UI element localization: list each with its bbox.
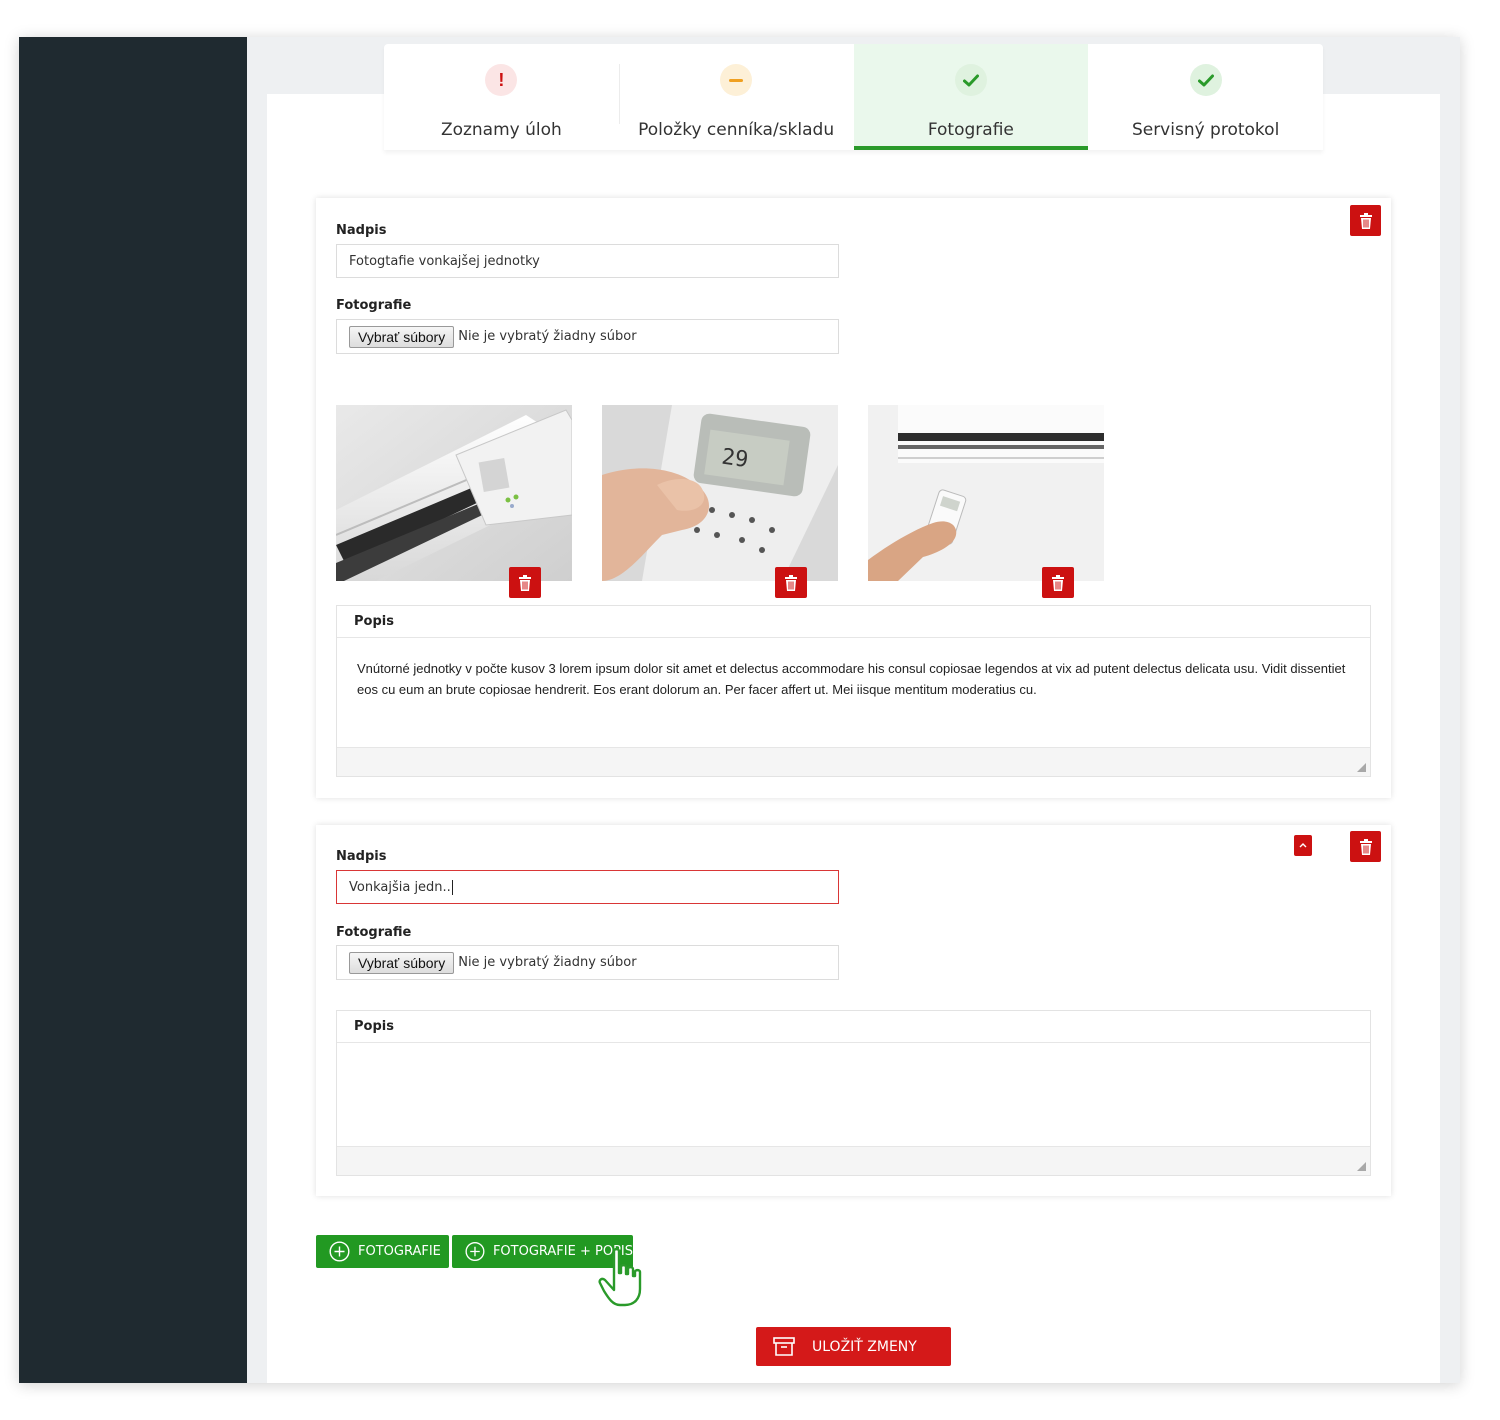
editor-statusbar bbox=[337, 1146, 1370, 1175]
file-status: Nie je vybratý žiadny súbor bbox=[458, 329, 637, 344]
step-tabs: ! Zoznamy úloh Položky cenníka/skladu Fo… bbox=[384, 44, 1323, 150]
trash-icon bbox=[1359, 838, 1372, 855]
sidebar bbox=[19, 37, 247, 1383]
trash-icon bbox=[1359, 212, 1372, 229]
file-picker: Vybrať súbory Nie je vybratý žiadny súbo… bbox=[336, 319, 839, 354]
title-input-value: Vonkajšia jedn.. bbox=[349, 880, 451, 895]
delete-photo-button[interactable] bbox=[509, 567, 541, 598]
plus-circle-icon bbox=[329, 1241, 350, 1262]
resize-handle-icon[interactable] bbox=[1357, 1162, 1366, 1171]
photo-thumbnail[interactable] bbox=[336, 405, 572, 581]
add-photo-label: FOTOGRAFIE bbox=[358, 1244, 441, 1259]
collapse-section-button[interactable] bbox=[1294, 835, 1312, 856]
minus-icon bbox=[720, 64, 753, 96]
title-label: Nadpis bbox=[336, 849, 387, 864]
tab-label: Zoznamy úloh bbox=[440, 120, 562, 140]
description-label: Popis bbox=[337, 606, 1370, 638]
add-photo-button[interactable]: FOTOGRAFIE bbox=[316, 1235, 449, 1268]
save-changes-button[interactable]: ULOŽIŤ ZMENY bbox=[756, 1327, 951, 1366]
choose-files-button[interactable]: Vybrať súbory bbox=[349, 325, 455, 348]
editor-statusbar bbox=[337, 747, 1370, 776]
title-input[interactable]: Fotogtafie vonkajšej jednotky bbox=[336, 244, 839, 278]
hand-pointer-icon bbox=[598, 1247, 642, 1307]
chevron-up-icon bbox=[1299, 843, 1307, 848]
tab-polozky-cennika[interactable]: Položky cenníka/skladu bbox=[618, 44, 854, 150]
tab-label: Fotografie bbox=[927, 120, 1014, 140]
save-changes-label: ULOŽIŤ ZMENY bbox=[812, 1338, 917, 1355]
title-input[interactable]: Vonkajšia jedn.. bbox=[336, 870, 839, 904]
delete-photo-button[interactable] bbox=[775, 567, 807, 598]
tab-label: Servisný protokol bbox=[1131, 120, 1280, 140]
check-icon bbox=[954, 64, 987, 96]
svg-text:29: 29 bbox=[720, 445, 750, 473]
photo-section-1: Nadpis Fotogtafie vonkajšej jednotky Fot… bbox=[316, 198, 1391, 798]
tab-fotografie[interactable]: Fotografie bbox=[853, 44, 1089, 150]
delete-section-button[interactable] bbox=[1350, 831, 1381, 862]
check-icon bbox=[1189, 64, 1222, 96]
description-textarea[interactable]: Vnútorné jednotky v počte kusov 3 lorem … bbox=[337, 638, 1370, 720]
choose-files-button[interactable]: Vybrať súbory bbox=[349, 951, 455, 974]
photo-thumbnail[interactable] bbox=[868, 405, 1104, 581]
archive-box-icon bbox=[773, 1337, 795, 1356]
photos-label: Fotografie bbox=[336, 925, 412, 940]
delete-photo-button[interactable] bbox=[1042, 567, 1074, 598]
tab-zoznamy-uloh[interactable]: ! Zoznamy úloh bbox=[384, 44, 619, 150]
trash-icon bbox=[1052, 574, 1064, 591]
file-picker: Vybrať súbory Nie je vybratý žiadny súbo… bbox=[336, 945, 839, 980]
exclamation-icon: ! bbox=[485, 64, 518, 96]
text-caret bbox=[451, 880, 453, 895]
description-editor: Popis bbox=[336, 1010, 1371, 1176]
trash-icon bbox=[785, 574, 797, 591]
description-label: Popis bbox=[337, 1011, 1370, 1043]
resize-handle-icon[interactable] bbox=[1357, 763, 1366, 772]
tab-servisny-protokol[interactable]: Servisný protokol bbox=[1088, 44, 1323, 150]
app-window: ! Zoznamy úloh Položky cenníka/skladu Fo… bbox=[19, 37, 1460, 1383]
photo-thumbnail[interactable]: 29 bbox=[602, 405, 838, 581]
plus-circle-icon bbox=[465, 1241, 485, 1262]
delete-section-button[interactable] bbox=[1350, 205, 1381, 236]
photos-label: Fotografie bbox=[336, 298, 412, 313]
photo-section-2: Nadpis Vonkajšia jedn.. Fotografie Vybra… bbox=[316, 825, 1391, 1196]
description-editor: Popis Vnútorné jednotky v počte kusov 3 … bbox=[336, 605, 1371, 777]
file-status: Nie je vybratý žiadny súbor bbox=[458, 955, 637, 970]
title-label: Nadpis bbox=[336, 223, 387, 238]
trash-icon bbox=[519, 574, 531, 591]
description-textarea[interactable] bbox=[337, 1043, 1370, 1083]
tab-label: Položky cenníka/skladu bbox=[638, 120, 835, 140]
